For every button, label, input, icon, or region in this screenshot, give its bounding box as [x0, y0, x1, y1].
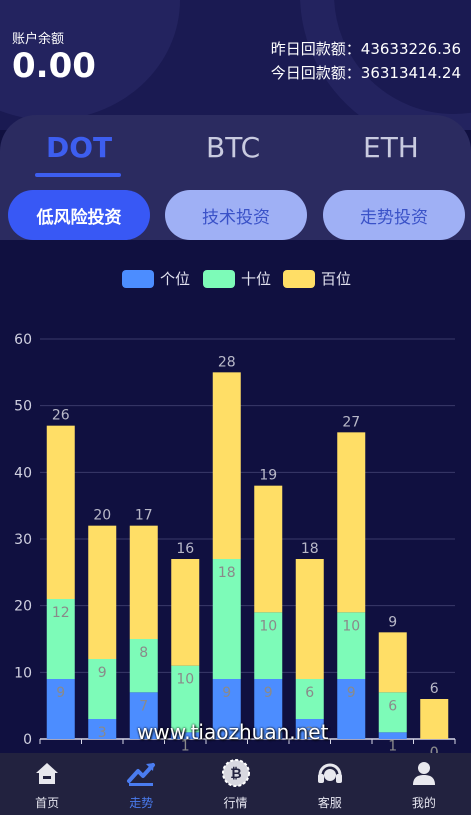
y-tick-label: 10	[14, 665, 32, 681]
tab-service-label: 客服	[317, 796, 342, 810]
bar-segment	[46, 425, 75, 599]
tab-service[interactable]: 客服	[283, 753, 377, 815]
balance-label: 账户余额	[12, 32, 65, 47]
data-label: 17	[135, 508, 153, 524]
data-label: 3	[98, 725, 107, 741]
user-icon	[409, 758, 439, 788]
tab-profile-label: 我的	[411, 796, 436, 810]
tab-market-label: 行情	[223, 796, 248, 810]
watermark: www.tiaozhuan.net	[137, 720, 329, 744]
yesterday-return: 昨日回款额：43633226.36	[270, 40, 461, 58]
data-label: 7	[139, 698, 148, 714]
data-label: 26	[52, 408, 70, 424]
data-label: 8	[139, 645, 148, 661]
coin-tab-dot[interactable]: DOT	[46, 131, 112, 164]
bar-segment	[171, 559, 200, 666]
data-label: 20	[93, 508, 111, 524]
data-label: 16	[176, 541, 194, 557]
coin-tab-indicator	[35, 173, 121, 177]
bar-segment	[378, 632, 407, 693]
legend-swatch	[203, 270, 235, 288]
bar-segment	[337, 432, 366, 613]
legend-swatch	[122, 270, 154, 288]
data-label: 27	[342, 414, 360, 430]
y-tick-label: 30	[14, 532, 32, 548]
data-label: 6	[388, 698, 397, 714]
bottom-tabbar: 首页 走势 ₿ 行情 客服 我的	[0, 753, 471, 815]
bar-segment	[212, 372, 241, 559]
headset-icon	[315, 758, 345, 788]
y-tick-label: 20	[14, 599, 32, 615]
data-label: 9	[388, 614, 397, 630]
y-tick-label: 60	[14, 332, 32, 348]
data-label: 10	[176, 672, 194, 688]
data-label: 9	[222, 685, 231, 701]
coin-tab-eth[interactable]: ETH	[363, 131, 419, 164]
data-label: 10	[259, 618, 277, 634]
balance-value: 0.00	[12, 46, 96, 86]
low-risk-invest-button[interactable]: 低风险投资	[8, 190, 150, 240]
data-label: 9	[56, 685, 65, 701]
tab-market[interactable]: ₿ 行情	[188, 753, 282, 815]
legend-label: 十位	[241, 270, 271, 288]
trend-icon	[126, 758, 156, 788]
y-tick-label: 0	[23, 732, 32, 748]
legend-label: 个位	[160, 270, 190, 288]
y-tick-label: 50	[14, 399, 32, 415]
data-label: 28	[218, 354, 236, 370]
data-label: 18	[301, 541, 319, 557]
y-tick-label: 40	[14, 465, 32, 481]
stacked-bar-chart: 个位 十位 百位 0 10 20 30 40 50 60 9 12 26 3 9 20 7 8 17 1 10 16 9 18…	[0, 240, 471, 753]
bar-segment	[420, 699, 449, 739]
tab-home-label: 首页	[35, 796, 60, 810]
data-label: 9	[98, 665, 107, 681]
data-label: 9	[347, 685, 356, 701]
tech-invest-button[interactable]: 技术投资	[165, 190, 307, 240]
data-label: 9	[264, 685, 273, 701]
bar-segment	[129, 525, 158, 639]
legend-swatch	[283, 270, 315, 288]
trend-invest-button[interactable]: 走势投资	[323, 190, 465, 240]
data-label: 6	[430, 681, 439, 697]
data-label: 6	[305, 685, 314, 701]
data-label: 19	[259, 468, 277, 484]
tab-home[interactable]: 首页	[0, 753, 94, 815]
chart-svg: 个位 十位 百位0102030405060912263920781711016918…	[14, 270, 456, 753]
legend-label: 百位	[321, 270, 351, 288]
data-label: 0	[430, 745, 439, 753]
data-label: 10	[342, 618, 360, 634]
coin-tab-btc[interactable]: BTC	[206, 131, 260, 164]
tab-trend-label: 走势	[129, 796, 154, 810]
data-label: 1	[388, 738, 397, 753]
bar-segment	[254, 485, 283, 613]
account-header: 账户余额 0.00 昨日回款额：43633226.36 今日回款额：363134…	[0, 0, 471, 130]
data-label: 12	[52, 605, 70, 621]
today-return: 今日回款额：36313414.24	[270, 64, 461, 82]
data-label: 18	[218, 565, 236, 581]
bar-segment	[88, 525, 117, 659]
home-icon	[32, 758, 62, 788]
tab-trend[interactable]: 走势	[94, 753, 188, 815]
investment-panel: DOT BTC ETH 低风险投资 技术投资 走势投资	[0, 115, 471, 240]
bar-segment	[295, 559, 324, 679]
tab-profile[interactable]: 我的	[377, 753, 471, 815]
bitcoin-icon: ₿	[221, 758, 251, 788]
svg-text:₿: ₿	[230, 766, 241, 782]
